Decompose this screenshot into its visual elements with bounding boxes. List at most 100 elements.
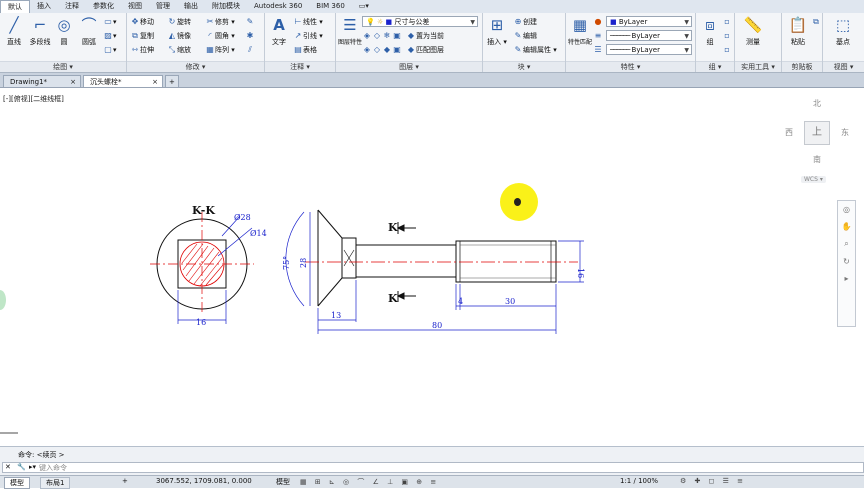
command-input-row[interactable]: ✕ 🔧 ▸▾ 键入命令 <box>2 462 864 473</box>
linetype-dropdown[interactable]: ────── ByLayer ▼ <box>606 30 692 41</box>
annotation-scale[interactable]: 1:1 / 100% <box>620 477 658 485</box>
viewcube-east[interactable]: 东 <box>841 127 849 138</box>
drawing-svg: K-K Ø28 Ø14 16 75° 28 K K 13 4 30 80 16 <box>0 204 585 434</box>
edit-attributes-button[interactable]: ✎ 编辑属性 ▾ <box>513 44 557 56</box>
layer-dropdown[interactable]: 💡 ☼ ■ 尺寸与公差 ▼ <box>362 16 478 27</box>
rotate-button[interactable]: ↻ 旋转 <box>167 16 191 28</box>
insert-block-button[interactable]: ⊞ 插入 ▾ <box>483 15 511 47</box>
new-tab-button[interactable]: + <box>165 75 179 87</box>
orbit-icon[interactable]: ↻ <box>838 257 855 266</box>
recent-commands-icon[interactable]: ▸▾ <box>29 463 36 471</box>
hatch-button[interactable]: ▨▾ <box>103 30 116 42</box>
mirror-button[interactable]: ◭ 镜像 <box>167 30 191 42</box>
move-button[interactable]: ✥ 移动 <box>130 16 154 28</box>
match-layer-button[interactable]: ◆ 匹配图层 <box>406 44 444 56</box>
utility-panel-title[interactable]: 实用工具 ▾ <box>735 61 781 72</box>
erase-button[interactable]: ✎ <box>245 16 255 28</box>
close-command-icon[interactable]: ✕ <box>5 463 11 471</box>
fillet-label: 圆角 <box>215 32 229 40</box>
eraser-icon: ✎ <box>246 17 254 26</box>
model-tab[interactable]: 模型 <box>4 477 30 489</box>
scale-button[interactable]: ⤡ 缩放 <box>167 44 191 56</box>
create-block-button[interactable]: ⊕ 创建 <box>513 16 537 28</box>
tab-manage[interactable]: 管理 <box>149 0 177 13</box>
array-button[interactable]: ▦阵列 ▾ <box>205 44 235 56</box>
linear-dim-button[interactable]: ⊢ 线性 ▾ <box>293 16 323 28</box>
line-button[interactable]: ╱ 直线 <box>0 15 28 47</box>
text-button[interactable]: A 文字 <box>265 15 293 47</box>
close-icon[interactable]: × <box>152 76 158 88</box>
explode-button[interactable]: ✱ <box>245 30 255 42</box>
layer-panel-title[interactable]: 图层 ▾ <box>336 61 482 72</box>
rectangle-button[interactable]: ▭▾ <box>103 16 116 28</box>
tab-default[interactable]: 默认 <box>0 0 30 13</box>
create-block-icon: ⊕ <box>514 17 522 26</box>
group-panel-title[interactable]: 组 ▾ <box>696 61 734 72</box>
showmotion-icon[interactable]: ▸ <box>838 274 855 283</box>
make-current-button[interactable]: ◆ 置为当前 <box>406 30 444 42</box>
copy-clip-button[interactable]: ⧉ <box>811 16 821 28</box>
chevron-down-icon: ▼ <box>684 33 689 40</box>
file-tab-bolt[interactable]: 沉头螺栓* × <box>83 75 163 87</box>
stretch-button[interactable]: ⇿ 拉伸 <box>130 44 154 56</box>
group-button[interactable]: ⧈ 组 <box>696 15 724 47</box>
mouse-cursor-icon <box>514 198 521 206</box>
table-button[interactable]: ▤表格 <box>293 44 317 56</box>
paste-button[interactable]: 📋 粘贴 <box>784 15 812 47</box>
clipboard-panel-title[interactable]: 剪贴板 <box>782 61 822 72</box>
lineweight-dropdown[interactable]: ────── ByLayer ▼ <box>606 44 692 55</box>
block-panel-title[interactable]: 块 ▾ <box>483 61 565 72</box>
color-picker-icons[interactable]: ● <box>593 16 603 28</box>
tab-view[interactable]: 视图 <box>121 0 149 13</box>
tab-annotate[interactable]: 注释 <box>58 0 86 13</box>
layer-tools-row2[interactable]: ◈ ◇ ◆ ▣ <box>362 44 402 56</box>
circle-label: 圆 <box>60 38 68 46</box>
fillet-button[interactable]: ◜ 圆角 ▾ <box>205 30 234 42</box>
edit-block-button[interactable]: ✎ 编辑 <box>513 30 537 42</box>
leader-button[interactable]: ↗ 引线 ▾ <box>293 30 323 42</box>
modify-panel-title[interactable]: 修改 ▾ <box>127 61 264 72</box>
trim-button[interactable]: ✂ 修剪 ▾ <box>205 16 235 28</box>
offset-button[interactable]: ⫽ <box>245 44 255 56</box>
command-input[interactable]: 键入命令 <box>39 463 67 473</box>
close-icon[interactable]: × <box>70 76 76 88</box>
viewcube-top-face[interactable]: 上 <box>804 121 830 145</box>
layer-tools-row1[interactable]: ◈ ◇ ❄ ▣ <box>362 30 402 42</box>
tab-output[interactable]: 输出 <box>177 0 205 13</box>
status-right-icons[interactable]: ⚙ ✚ ◻ ☰ ≡ <box>680 477 746 485</box>
viewcube-north[interactable]: 北 <box>813 98 821 109</box>
file-tab-drawing1[interactable]: Drawing1* × <box>3 75 81 87</box>
layout1-tab[interactable]: 布局1 <box>40 477 71 489</box>
color-dropdown[interactable]: ■ ByLayer ▼ <box>606 16 692 27</box>
group-select-button[interactable]: ▫ <box>722 44 732 56</box>
tab-insert[interactable]: 插入 <box>30 0 58 13</box>
ribbon-toggle-button[interactable]: ▭▾ <box>352 0 376 13</box>
add-layout-icon[interactable]: + <box>122 477 128 485</box>
tab-addins[interactable]: 附加模块 <box>205 0 247 13</box>
base-view-button[interactable]: ⬚ 基点 <box>829 15 857 47</box>
group-edit-button[interactable]: ▫ <box>722 30 732 42</box>
ungroup-button[interactable]: ▫ <box>722 16 732 28</box>
viewcube-south[interactable]: 南 <box>813 154 821 165</box>
boundary-button[interactable]: ▢▾ <box>103 44 116 56</box>
pan-icon[interactable]: ✋ <box>838 222 855 231</box>
view-panel-title[interactable]: 视图 ▾ <box>823 61 864 72</box>
tab-bim360[interactable]: BIM 360 <box>309 0 352 13</box>
layer-properties-button[interactable]: ☰ 图层特性 <box>336 15 364 46</box>
tab-parametric[interactable]: 参数化 <box>86 0 121 13</box>
wcs-menu[interactable]: WCS ▾ <box>801 176 826 183</box>
steering-wheel-icon[interactable]: ◎ <box>838 205 855 214</box>
viewcube-west[interactable]: 西 <box>785 127 793 138</box>
copy-button[interactable]: ⧉ 复制 <box>130 30 154 42</box>
circle-button[interactable]: ◎ 圆 <box>50 15 78 47</box>
match-properties-button[interactable]: ▦ 特性匹配 <box>566 15 594 46</box>
tab-autodesk360[interactable]: Autodesk 360 <box>247 0 309 13</box>
annotation-panel-title[interactable]: 注释 ▾ <box>265 61 335 72</box>
viewcube[interactable]: 北 西 东 上 南 WCS ▾ <box>785 92 855 192</box>
properties-panel-title[interactable]: 特性 ▾ <box>566 61 695 72</box>
arc-button[interactable]: ⌒ 圆弧 <box>75 15 103 47</box>
wrench-icon[interactable]: 🔧 <box>17 463 26 471</box>
draw-panel-title[interactable]: 绘图 ▾ <box>0 61 126 72</box>
measure-button[interactable]: 📏 测量 <box>739 15 767 47</box>
zoom-icon[interactable]: ⌕ <box>838 239 855 249</box>
